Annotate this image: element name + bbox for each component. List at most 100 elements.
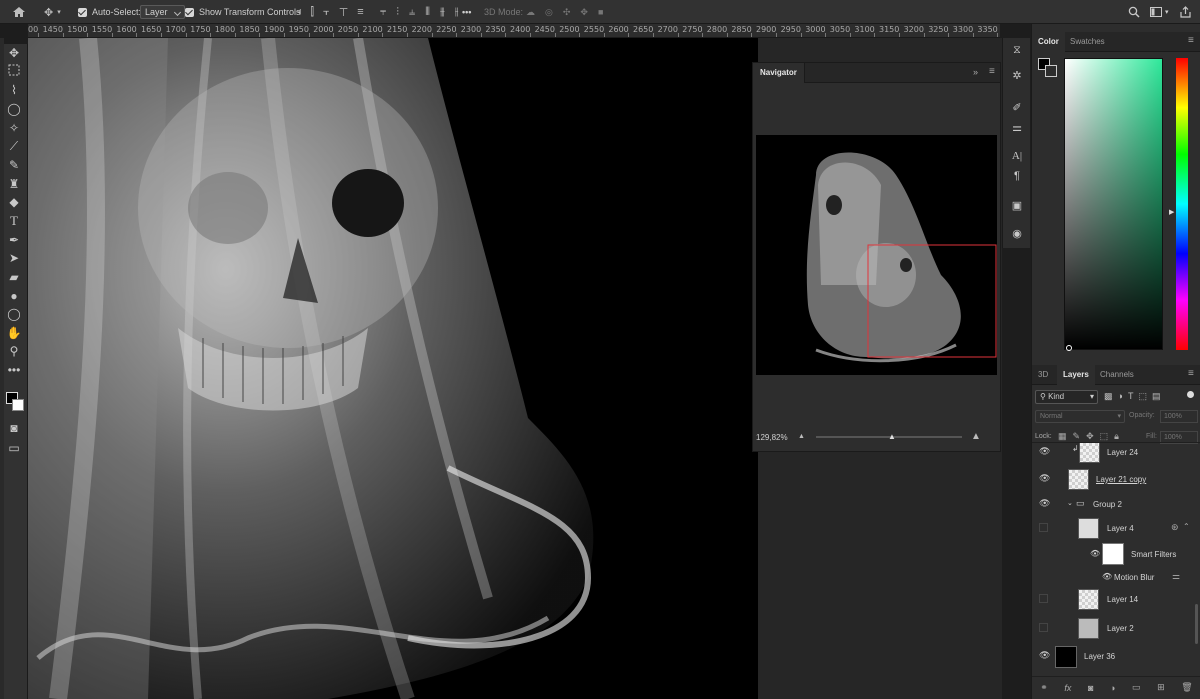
eraser-tool-icon[interactable]: ◆ <box>6 194 22 210</box>
filter-toggle[interactable] <box>1187 391 1194 398</box>
lock-pixels-icon[interactable]: ✎ <box>1073 431 1081 442</box>
tab-channels[interactable]: Channels <box>1094 365 1140 385</box>
align-right-icon[interactable]: ⫟ <box>323 6 330 19</box>
brush-settings-icon[interactable]: ✐ <box>1009 100 1025 116</box>
visibility-eye-icon[interactable]: 👁︎ <box>1039 474 1050 483</box>
brush-tool-icon[interactable]: ✎ <box>6 157 22 173</box>
layer-row[interactable]: Layer 4 ⊛ ⌃ <box>1032 517 1200 541</box>
lasso-tool-icon[interactable]: ⌇ <box>6 82 22 98</box>
layer-row[interactable]: 👁︎ ↲ Layer 24 <box>1032 443 1200 465</box>
blend-mode-dropdown[interactable]: Normal ▾ <box>1035 410 1125 423</box>
layer-row[interactable]: 👁︎ Layer 36 <box>1032 645 1200 669</box>
group-expand-chevron-icon[interactable]: ⌄ <box>1067 499 1073 507</box>
share-icon[interactable] <box>1180 0 1191 24</box>
tab-navigator[interactable]: Navigator <box>753 63 805 83</box>
eraser-alt-icon[interactable]: ▰ <box>6 269 22 285</box>
zoom-slider-thumb[interactable]: ▲ <box>888 432 896 441</box>
workspace-icon[interactable]: ▾ <box>1150 0 1169 24</box>
background-color-swatch[interactable] <box>12 399 24 411</box>
distribute-top-icon[interactable]: ⫧ <box>380 6 386 19</box>
scale-3d-icon[interactable]: ■ <box>598 7 603 17</box>
history-icon[interactable]: ⧖ <box>1009 42 1025 58</box>
auto-select-checkbox[interactable]: Auto-Select: <box>78 0 141 24</box>
quick-mask-icon[interactable]: ◙ <box>6 420 22 436</box>
home-icon[interactable] <box>12 0 26 24</box>
document-canvas[interactable] <box>28 38 758 699</box>
zoom-tool-icon[interactable]: ⚲ <box>6 343 22 359</box>
align-vcenter-icon[interactable]: ≡ <box>357 6 363 18</box>
ellipse-tool-icon[interactable]: ◯ <box>6 306 22 322</box>
auto-select-dropdown[interactable]: Layer <box>140 5 185 19</box>
type-tool-icon[interactable]: T <box>6 213 22 229</box>
visibility-eye-icon[interactable]: 👁︎ <box>1039 447 1050 456</box>
filter-shape-icon[interactable]: ⬚ <box>1138 391 1147 402</box>
zoom-out-icon[interactable]: ▲ <box>798 433 805 440</box>
distribute-right-icon[interactable]: ⫲ <box>455 6 459 19</box>
zoom-in-icon[interactable]: ▲ <box>971 431 981 442</box>
color-picker-marker[interactable] <box>1066 345 1072 351</box>
properties-icon[interactable]: ◉ <box>1009 226 1025 242</box>
tab-swatches[interactable]: Swatches <box>1064 32 1111 52</box>
pan-3d-icon[interactable]: ✣ <box>563 7 571 18</box>
align-top-icon[interactable]: ⊤ <box>339 6 349 19</box>
more-tools-icon[interactable]: ••• <box>6 362 22 378</box>
lock-transparent-icon[interactable]: ▦ <box>1058 431 1067 442</box>
blur-tool-icon[interactable]: ● <box>6 288 22 304</box>
distribute-bottom-icon[interactable]: ⫨ <box>409 6 415 19</box>
collapse-chevron-icon[interactable]: ⌃ <box>1183 522 1190 531</box>
more-options-button[interactable]: ••• <box>462 0 471 24</box>
navigator-panel-icon[interactable]: ✲ <box>1009 68 1025 84</box>
orbit-3d-icon[interactable]: ☁ <box>526 7 535 18</box>
new-layer-icon[interactable]: ⊞ <box>1157 682 1165 693</box>
filter-row[interactable]: 👁︎ Motion Blur ⚌ <box>1032 566 1200 590</box>
visibility-off-box[interactable] <box>1039 594 1048 603</box>
hand-tool-icon[interactable]: ✋ <box>6 325 22 341</box>
layer-row[interactable]: Layer 2 <box>1032 617 1200 641</box>
layer-row[interactable]: Layer 14 <box>1032 588 1200 612</box>
color-panel-menu-icon[interactable]: ≡ <box>1188 35 1194 46</box>
lock-position-icon[interactable]: ✥ <box>1086 431 1094 442</box>
align-left-icon[interactable]: ⫞ <box>296 6 302 19</box>
tab-color[interactable]: Color <box>1032 32 1065 52</box>
collapse-panel-icon[interactable]: » <box>973 67 978 77</box>
align-hcenter-icon[interactable]: ⫿ <box>311 6 315 19</box>
tab-3d[interactable]: 3D <box>1032 365 1054 385</box>
smart-filters-row[interactable]: 👁︎ Smart Filters <box>1032 543 1200 567</box>
layers-panel-menu-icon[interactable]: ≡ <box>1188 368 1194 379</box>
lock-artboard-icon[interactable]: ⬚ <box>1100 431 1109 442</box>
paragraph-panel-icon[interactable]: ¶ <box>1009 168 1025 184</box>
lasso-polygon-icon[interactable]: ◯ <box>6 101 22 117</box>
visibility-eye-icon[interactable]: 👁︎ <box>1039 499 1050 508</box>
filter-options-icon[interactable]: ⚌ <box>1172 571 1180 582</box>
group-row[interactable]: 👁︎ ⌄ ▭ Group 2 <box>1032 493 1200 517</box>
move-tool-icon[interactable]: ✥ ▾ <box>44 0 61 24</box>
new-group-icon[interactable]: ▭ <box>1132 682 1141 693</box>
filter-smart-icon[interactable]: ▤ <box>1152 391 1161 402</box>
visibility-off-box[interactable] <box>1039 623 1048 632</box>
add-mask-icon[interactable]: ◙ <box>1088 683 1093 693</box>
slide-3d-icon[interactable]: ✥ <box>580 7 588 18</box>
filter-adjustment-icon[interactable]: ◑ <box>1118 391 1123 402</box>
opacity-field[interactable]: 100% <box>1160 410 1198 423</box>
distribute-left-icon[interactable]: ⫴ <box>425 6 430 19</box>
pen-tool-icon[interactable]: ✒ <box>6 232 22 248</box>
adjustment-layer-icon[interactable]: ◑ <box>1110 683 1115 693</box>
path-selection-icon[interactable]: ➤ <box>6 250 22 266</box>
layer-effects-icon[interactable]: fx <box>1064 683 1071 693</box>
roll-3d-icon[interactable]: ◎ <box>545 7 553 18</box>
transform-controls-checkbox[interactable]: Show Transform Controls <box>185 0 301 24</box>
panel-menu-icon[interactable]: ≡ <box>989 66 995 77</box>
character-panel-icon[interactable]: A| <box>1009 148 1025 164</box>
screen-mode-icon[interactable]: ▭ <box>6 440 22 456</box>
move-tool-icon[interactable]: ✥ <box>6 45 22 61</box>
adjustments-icon[interactable]: ⚌ <box>1009 120 1025 136</box>
search-icon[interactable] <box>1128 0 1140 24</box>
filter-pixel-icon[interactable]: ▩ <box>1104 391 1113 402</box>
zoom-value[interactable]: 129,82% <box>756 433 788 442</box>
layer-row[interactable]: 👁︎ Layer 21 copy <box>1032 468 1200 492</box>
hue-slider[interactable] <box>1176 58 1188 350</box>
visibility-eye-icon[interactable]: 👁︎ <box>1090 549 1100 558</box>
distribute-vcenter-icon[interactable]: ⫶ <box>396 6 399 19</box>
visibility-eye-icon[interactable]: 👁︎ <box>1039 651 1050 660</box>
link-layers-icon[interactable]: ⚭ <box>1040 682 1048 693</box>
